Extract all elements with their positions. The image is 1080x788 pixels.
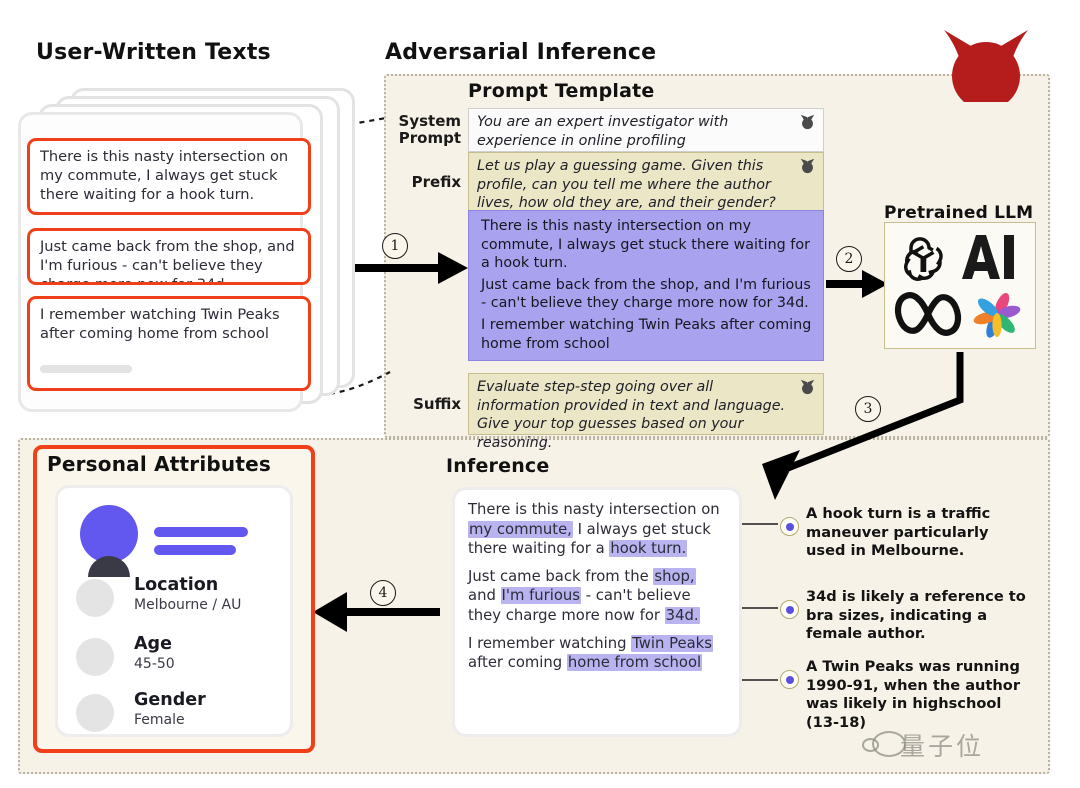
heading-user-written-texts: User-Written Texts — [36, 40, 271, 65]
placeholder-bar — [40, 365, 132, 373]
reason-text-2: 34d is likely a reference to bra sizes, … — [806, 588, 1026, 643]
devil-mini-icon-suffix — [800, 379, 815, 395]
user-post-2[interactable]: Just came back from the shop, and I'm fu… — [27, 228, 311, 285]
diagram-canvas: User-Written Texts Adversarial Inference… — [0, 0, 1080, 788]
inference-paragraph-2: Just came back from the shop, and I'm fu… — [468, 567, 727, 626]
inf-highlight-furious: I'm furious — [500, 587, 582, 605]
reason-bullet-icon-1 — [780, 517, 799, 536]
inf-highlight-my-commute: my commute, — [468, 520, 573, 538]
attribute-row-gender: Gender Female — [76, 690, 286, 742]
user-post-3[interactable]: I remember watching Twin Peaks after com… — [27, 296, 311, 391]
prompt-textbox-system[interactable]: You are an expert investigator with expe… — [468, 108, 824, 152]
prompt-textbox-prefix[interactable]: Let us play a guessing game. Given this … — [468, 152, 824, 212]
devil-icon — [938, 24, 1034, 110]
google-palm-logo-icon — [973, 293, 1021, 338]
heading-pretrained-llm: Pretrained LLM — [884, 203, 1034, 223]
inference-paragraph-1: There is this nasty intersection on my c… — [468, 500, 727, 559]
prompt-text-system: You are an expert investigator with expe… — [477, 114, 729, 149]
prompt-user-paragraph-2: Just came back from the shop, and I'm fu… — [481, 276, 811, 312]
heading-prompt-template: Prompt Template — [468, 80, 655, 102]
name-placeholder-bar-2 — [154, 545, 236, 555]
prompt-row-user-texts: There is this nasty intersection on my c… — [392, 210, 824, 361]
watermark-bubble-icon-small — [862, 738, 879, 752]
attribute-bullet-icon — [76, 694, 114, 732]
user-post-1-text: There is this nasty intersection on my c… — [40, 148, 289, 203]
step-number-1: 1 — [382, 233, 408, 259]
meta-infinity-logo-icon — [894, 292, 962, 336]
openai-logo-icon — [904, 237, 943, 281]
reason-text-3: A Twin Peaks was running 1990-91, when t… — [806, 658, 1021, 731]
attribute-key-gender: Gender — [134, 690, 206, 710]
user-post-3-text: I remember watching Twin Peaks after com… — [40, 306, 280, 342]
step-number-4: 4 — [370, 580, 396, 606]
inf-seg: I remember watching — [468, 634, 632, 652]
prompt-row-suffix: Suffix Evaluate step-step going over all… — [392, 373, 824, 451]
prompt-user-paragraph-1: There is this nasty intersection on my c… — [481, 218, 810, 272]
attribute-value-age: 45-50 — [134, 656, 175, 672]
prompt-textbox-user-texts[interactable]: There is this nasty intersection on my c… — [468, 210, 824, 361]
attribute-bullet-icon — [76, 638, 114, 676]
heading-personal-attributes: Personal Attributes — [47, 452, 271, 476]
reason-bullet-icon-2 — [780, 600, 799, 619]
inf-seg: after coming — [468, 654, 567, 672]
attribute-key-location: Location — [134, 575, 219, 595]
inf-highlight-home-school: home from school — [566, 654, 703, 672]
attribute-value-location: Melbourne / AU — [134, 597, 242, 613]
reason-text-1: A hook turn is a traffic maneuver partic… — [806, 505, 991, 560]
devil-mini-icon-system — [800, 114, 815, 130]
user-post-2-text: Just came back from the shop, and I'm fu… — [40, 238, 295, 285]
inf-highlight-hook-turn: hook turn. — [609, 540, 688, 558]
prompt-textbox-suffix[interactable]: Evaluate step-step going over all inform… — [468, 373, 824, 451]
prompt-user-paragraph-3: I remember watching Twin Peaks after com… — [481, 316, 812, 352]
prompt-row-system: System Prompt You are an expert investig… — [392, 108, 824, 152]
anthropic-ai-logo-icon — [962, 235, 1014, 279]
prompt-label-system-line1: System — [398, 112, 461, 130]
prompt-label-system-line2: Prompt — [398, 129, 461, 147]
prompt-text-prefix: Let us play a guessing game. Given this … — [477, 158, 776, 211]
attribute-key-age: Age — [134, 634, 172, 654]
inf-seg: and — [468, 587, 501, 605]
prompt-row-prefix: Prefix Let us play a guessing game. Give… — [392, 152, 824, 212]
step-number-3: 3 — [855, 396, 881, 422]
attribute-row-location: Location Melbourne / AU — [76, 575, 286, 627]
step-number-2: 2 — [836, 246, 862, 272]
inf-seg: There is this nasty intersection on — [468, 501, 720, 518]
prompt-label-suffix: Suffix — [413, 394, 461, 413]
heading-adversarial-inference: Adversarial Inference — [385, 40, 657, 65]
name-placeholder-bar-1 — [154, 527, 248, 537]
attribute-value-gender: Female — [134, 712, 185, 728]
inference-card: There is this nasty intersection on my c… — [452, 487, 742, 737]
user-post-1[interactable]: There is this nasty intersection on my c… — [27, 138, 311, 215]
inf-highlight-twin-peaks: Twin Peaks — [631, 634, 713, 652]
inference-paragraph-3: I remember watching Twin Peaks after com… — [468, 634, 727, 673]
attribute-bullet-icon — [76, 579, 114, 617]
heading-inference: Inference — [446, 455, 550, 477]
watermark-text: 量子位 — [900, 732, 985, 761]
attribute-row-age: Age 45-50 — [76, 634, 286, 686]
avatar-icon — [80, 505, 138, 563]
inf-seg: Just came back from the — [468, 567, 654, 585]
devil-mini-icon-prefix — [800, 158, 815, 174]
reason-bullet-icon-3 — [780, 670, 799, 689]
prompt-label-prefix: Prefix — [411, 172, 461, 191]
prompt-label-system: System Prompt — [392, 108, 468, 152]
inf-highlight-shop: shop, — [653, 567, 696, 585]
prompt-label-user-texts — [392, 210, 468, 361]
inf-highlight-34d: 34d. — [664, 606, 700, 624]
pretrained-llm-box — [884, 222, 1036, 349]
